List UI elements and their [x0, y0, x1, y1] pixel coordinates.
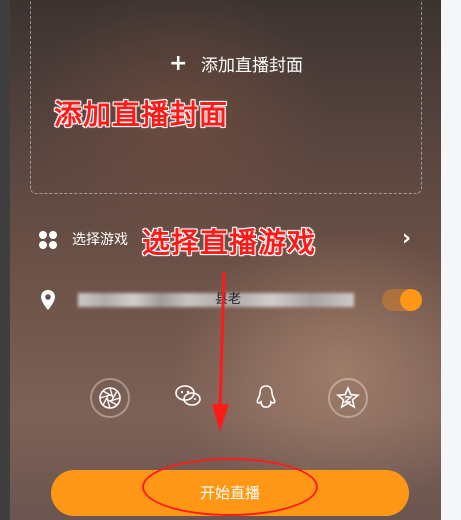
annotation-circle: [142, 458, 318, 516]
annotation-arrow: [212, 271, 229, 432]
